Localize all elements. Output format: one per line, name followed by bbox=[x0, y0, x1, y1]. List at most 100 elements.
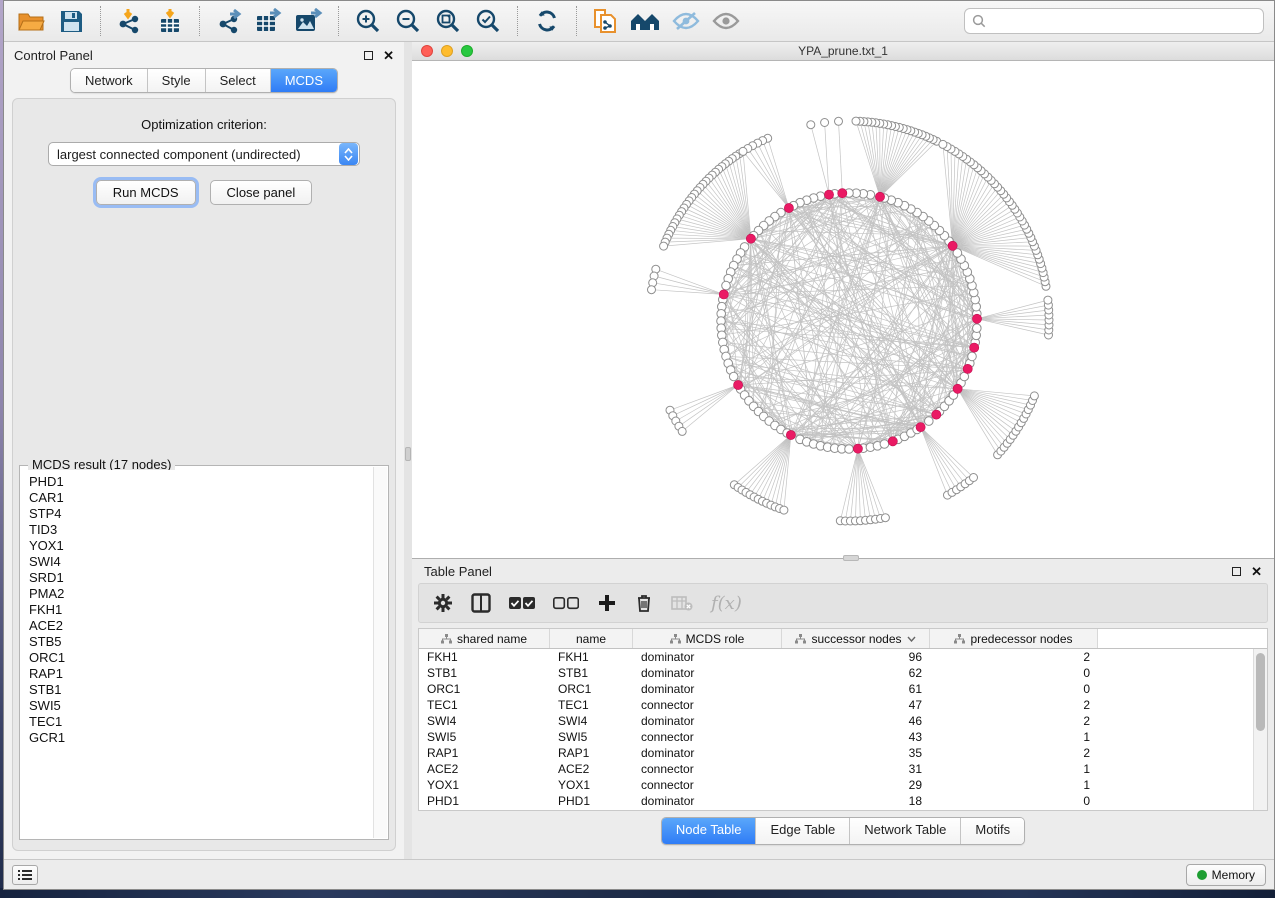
tab-select[interactable]: Select bbox=[206, 69, 271, 92]
close-panel-icon[interactable]: ✕ bbox=[383, 51, 394, 60]
table-cell: 62 bbox=[782, 666, 930, 680]
table-cell: 96 bbox=[782, 650, 930, 664]
table-cell: 0 bbox=[930, 794, 1098, 808]
mcds-result-item[interactable]: SWI4 bbox=[29, 554, 373, 570]
mcds-result-item[interactable]: STP4 bbox=[29, 506, 373, 522]
splitter-handle[interactable] bbox=[405, 447, 411, 461]
float-table-panel-icon[interactable] bbox=[1232, 567, 1241, 576]
table-row[interactable]: ORC1ORC1dominator610 bbox=[419, 681, 1253, 697]
table-scrollbar[interactable] bbox=[1253, 649, 1267, 810]
table-row[interactable]: YOX1YOX1connector291 bbox=[419, 777, 1253, 793]
table-cell: connector bbox=[633, 762, 782, 776]
table-cell: dominator bbox=[633, 666, 782, 680]
tab-motifs[interactable]: Motifs bbox=[961, 818, 1024, 844]
table-cell: 47 bbox=[782, 698, 930, 712]
import-table-icon[interactable] bbox=[153, 5, 187, 37]
mcds-result-item[interactable]: PMA2 bbox=[29, 586, 373, 602]
mcds-result-group: MCDS result (17 nodes) PHD1CAR1STP4TID3Y… bbox=[19, 465, 389, 840]
table-row[interactable]: STB1STB1dominator620 bbox=[419, 665, 1253, 681]
table-row[interactable]: SWI5SWI5connector431 bbox=[419, 729, 1253, 745]
delete-column-icon[interactable] bbox=[635, 593, 653, 613]
save-icon[interactable] bbox=[54, 5, 88, 37]
mcds-result-item[interactable]: TEC1 bbox=[29, 714, 373, 730]
column-header-predecessor-nodes[interactable]: predecessor nodes bbox=[930, 629, 1098, 648]
clear-table-icon-disabled bbox=[671, 595, 693, 611]
close-table-panel-icon[interactable]: ✕ bbox=[1251, 567, 1262, 576]
show-columns-icon[interactable] bbox=[471, 593, 491, 613]
column-header-successor-nodes[interactable]: successor nodes bbox=[782, 629, 930, 648]
mcds-result-item[interactable]: STB1 bbox=[29, 682, 373, 698]
mcds-result-item[interactable]: FKH1 bbox=[29, 602, 373, 618]
hide-selected-icon[interactable] bbox=[669, 5, 703, 37]
memory-button[interactable]: Memory bbox=[1186, 864, 1266, 886]
mcds-result-item[interactable]: CAR1 bbox=[29, 490, 373, 506]
table-row[interactable]: RAP1RAP1dominator352 bbox=[419, 745, 1253, 761]
column-header-shared-name[interactable]: shared name bbox=[419, 629, 550, 648]
column-header-name[interactable]: name bbox=[550, 629, 633, 648]
mcds-result-list[interactable]: PHD1CAR1STP4TID3YOX1SWI4SRD1PMA2FKH1ACE2… bbox=[21, 470, 373, 838]
table-settings-gear-icon[interactable] bbox=[433, 593, 453, 613]
table-row[interactable]: SWI4SWI4dominator462 bbox=[419, 713, 1253, 729]
horizontal-splitter-handle[interactable] bbox=[843, 555, 859, 561]
mcds-result-item[interactable]: ACE2 bbox=[29, 618, 373, 634]
float-panel-icon[interactable] bbox=[364, 51, 373, 60]
mcds-result-item[interactable]: RAP1 bbox=[29, 666, 373, 682]
table-cell: ORC1 bbox=[550, 682, 633, 696]
mcds-result-item[interactable]: STB5 bbox=[29, 634, 373, 650]
first-neighbors-icon[interactable] bbox=[629, 5, 663, 37]
duplicate-network-icon[interactable] bbox=[589, 5, 623, 37]
mcds-result-item[interactable]: SWI5 bbox=[29, 698, 373, 714]
zoom-in-icon[interactable] bbox=[351, 5, 385, 37]
mcds-result-item[interactable]: TID3 bbox=[29, 522, 373, 538]
import-network-icon[interactable] bbox=[113, 5, 147, 37]
search-input[interactable] bbox=[992, 14, 1256, 28]
tab-edge-table[interactable]: Edge Table bbox=[756, 818, 850, 844]
mcds-result-item[interactable]: ORC1 bbox=[29, 650, 373, 666]
table-cell: SWI5 bbox=[550, 730, 633, 744]
optimization-criterion-label: Optimization criterion: bbox=[13, 117, 395, 132]
table-row[interactable]: ACE2ACE2connector311 bbox=[419, 761, 1253, 777]
tab-node-table[interactable]: Node Table bbox=[662, 818, 757, 844]
table-row[interactable]: PHD1PHD1dominator180 bbox=[419, 793, 1253, 809]
table-cell: connector bbox=[633, 778, 782, 792]
mcds-result-item[interactable]: GCR1 bbox=[29, 730, 373, 746]
zoom-out-icon[interactable] bbox=[391, 5, 425, 37]
zoom-selected-icon[interactable] bbox=[471, 5, 505, 37]
mcds-list-scrollbar[interactable] bbox=[373, 467, 387, 838]
show-all-icon[interactable] bbox=[709, 5, 743, 37]
refresh-icon[interactable] bbox=[530, 5, 564, 37]
select-all-rows-icon[interactable] bbox=[509, 596, 535, 610]
table-cell: dominator bbox=[633, 682, 782, 696]
export-table-icon[interactable] bbox=[252, 5, 286, 37]
table-cell: 1 bbox=[930, 730, 1098, 744]
export-network-icon[interactable] bbox=[212, 5, 246, 37]
attribute-tree-icon bbox=[954, 634, 965, 644]
table-cell: 2 bbox=[930, 746, 1098, 760]
zoom-fit-icon[interactable] bbox=[431, 5, 465, 37]
tab-style[interactable]: Style bbox=[148, 69, 206, 92]
table-row[interactable]: FKH1FKH1dominator962 bbox=[419, 649, 1253, 665]
tab-network[interactable]: Network bbox=[71, 69, 148, 92]
add-column-icon[interactable] bbox=[597, 593, 617, 613]
network-canvas[interactable] bbox=[412, 61, 1274, 558]
table-row[interactable]: TEC1TEC1connector472 bbox=[419, 697, 1253, 713]
table-cell: TEC1 bbox=[419, 698, 550, 712]
tab-network-table[interactable]: Network Table bbox=[850, 818, 961, 844]
search-field[interactable] bbox=[964, 8, 1264, 34]
table-cell: 2 bbox=[930, 698, 1098, 712]
task-history-button[interactable] bbox=[12, 865, 38, 885]
mcds-result-item[interactable]: PHD1 bbox=[29, 474, 373, 490]
mcds-result-item[interactable]: SRD1 bbox=[29, 570, 373, 586]
column-header-mcds-role[interactable]: MCDS role bbox=[633, 629, 782, 648]
deselect-all-rows-icon[interactable] bbox=[553, 596, 579, 610]
optimization-criterion-select[interactable]: largest connected component (undirected) bbox=[48, 142, 360, 166]
panel-splitter[interactable] bbox=[404, 42, 412, 859]
run-mcds-button[interactable]: Run MCDS bbox=[96, 180, 196, 205]
export-image-icon[interactable] bbox=[292, 5, 326, 37]
toolbar-separator bbox=[199, 6, 200, 36]
table-scrollbar-thumb[interactable] bbox=[1256, 653, 1265, 731]
open-folder-icon[interactable] bbox=[14, 5, 48, 37]
tab-mcds[interactable]: MCDS bbox=[271, 69, 337, 92]
mcds-result-item[interactable]: YOX1 bbox=[29, 538, 373, 554]
close-panel-button[interactable]: Close panel bbox=[210, 180, 313, 205]
